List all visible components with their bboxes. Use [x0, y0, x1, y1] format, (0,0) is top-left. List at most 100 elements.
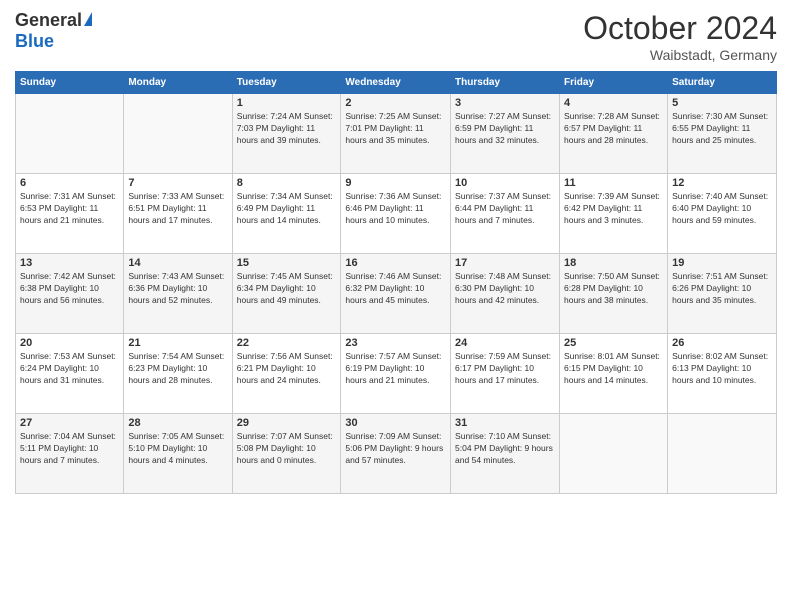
- day-info: Sunrise: 7:24 AM Sunset: 7:03 PM Dayligh…: [237, 111, 337, 147]
- header-monday: Monday: [124, 72, 232, 94]
- day-info: Sunrise: 7:37 AM Sunset: 6:44 PM Dayligh…: [455, 191, 555, 227]
- calendar-cell: [16, 94, 124, 174]
- day-number: 16: [345, 257, 446, 269]
- day-info: Sunrise: 7:04 AM Sunset: 5:11 PM Dayligh…: [20, 431, 119, 467]
- calendar-cell: 23 Sunrise: 7:57 AM Sunset: 6:19 PM Dayli…: [341, 334, 451, 414]
- day-number: 28: [128, 417, 227, 429]
- calendar-cell: 10 Sunrise: 7:37 AM Sunset: 6:44 PM Dayli…: [451, 174, 560, 254]
- calendar-week-row-4: 27 Sunrise: 7:04 AM Sunset: 5:11 PM Dayli…: [16, 414, 777, 494]
- logo-triangle-icon: [84, 12, 92, 26]
- day-number: 25: [564, 337, 663, 349]
- header-tuesday: Tuesday: [232, 72, 341, 94]
- calendar-cell: 14Sunrise: 7:43 AM Sunset: 6:36 PM Dayli…: [124, 254, 232, 334]
- logo-general-text: General: [15, 10, 82, 31]
- day-number: 24: [455, 337, 555, 349]
- logo-blue-text: Blue: [15, 31, 54, 52]
- calendar-cell: 24Sunrise: 7:59 AM Sunset: 6:17 PM Dayli…: [451, 334, 560, 414]
- day-number: 23: [345, 337, 446, 349]
- logo: General Blue: [15, 10, 92, 52]
- day-number: 30: [345, 417, 446, 429]
- day-number: 19: [672, 257, 772, 269]
- day-number: 12: [672, 177, 772, 189]
- calendar-cell: 19 Sunrise: 7:51 AM Sunset: 6:26 PM Dayli…: [668, 254, 777, 334]
- location-subtitle: Waibstadt, Germany: [583, 47, 777, 63]
- day-info: Sunrise: 7:42 AM Sunset: 6:38 PM Dayligh…: [20, 271, 119, 307]
- calendar-cell: 26 Sunrise: 8:02 AM Sunset: 6:13 PM Dayli…: [668, 334, 777, 414]
- day-info: Sunrise: 7:54 AM Sunset: 6:23 PM Dayligh…: [128, 351, 227, 387]
- day-number: 14: [128, 257, 227, 269]
- header-thursday: Thursday: [451, 72, 560, 94]
- day-info: Sunrise: 7:45 AM Sunset: 6:34 PM Dayligh…: [237, 271, 337, 307]
- calendar-week-row-2: 13 Sunrise: 7:42 AM Sunset: 6:38 PM Dayli…: [16, 254, 777, 334]
- calendar-cell: [124, 94, 232, 174]
- weekday-header-row: Sunday Monday Tuesday Wednesday Thursday…: [16, 72, 777, 94]
- calendar-cell: 15 Sunrise: 7:45 AM Sunset: 6:34 PM Dayli…: [232, 254, 341, 334]
- calendar-cell: [560, 414, 668, 494]
- day-info: Sunrise: 7:48 AM Sunset: 6:30 PM Dayligh…: [455, 271, 555, 307]
- day-number: 6: [20, 177, 119, 189]
- calendar-cell: 7 Sunrise: 7:33 AM Sunset: 6:51 PM Daylig…: [124, 174, 232, 254]
- day-info: Sunrise: 7:25 AM Sunset: 7:01 PM Dayligh…: [345, 111, 446, 147]
- day-number: 26: [672, 337, 772, 349]
- calendar-cell: [668, 414, 777, 494]
- day-info: Sunrise: 7:36 AM Sunset: 6:46 PM Dayligh…: [345, 191, 446, 227]
- day-info: Sunrise: 7:07 AM Sunset: 5:08 PM Dayligh…: [237, 431, 337, 467]
- day-number: 17: [455, 257, 555, 269]
- day-number: 22: [237, 337, 337, 349]
- day-info: Sunrise: 7:31 AM Sunset: 6:53 PM Dayligh…: [20, 191, 119, 227]
- calendar-week-row-0: 1 Sunrise: 7:24 AM Sunset: 7:03 PM Daylig…: [16, 94, 777, 174]
- day-number: 8: [237, 177, 337, 189]
- day-number: 4: [564, 97, 663, 109]
- header-friday: Friday: [560, 72, 668, 94]
- calendar-page: General Blue October 2024 Waibstadt, Ger…: [0, 0, 792, 612]
- calendar-cell: 25Sunrise: 8:01 AM Sunset: 6:15 PM Dayli…: [560, 334, 668, 414]
- calendar-cell: 30Sunrise: 7:09 AM Sunset: 5:06 PM Dayli…: [341, 414, 451, 494]
- header-wednesday: Wednesday: [341, 72, 451, 94]
- day-number: 20: [20, 337, 119, 349]
- calendar-cell: 2Sunrise: 7:25 AM Sunset: 7:01 PM Daylig…: [341, 94, 451, 174]
- calendar-cell: 17 Sunrise: 7:48 AM Sunset: 6:30 PM Dayli…: [451, 254, 560, 334]
- day-number: 9: [345, 177, 446, 189]
- day-number: 3: [455, 97, 555, 109]
- calendar-cell: 28Sunrise: 7:05 AM Sunset: 5:10 PM Dayli…: [124, 414, 232, 494]
- calendar-cell: 4Sunrise: 7:28 AM Sunset: 6:57 PM Daylig…: [560, 94, 668, 174]
- day-info: Sunrise: 7:34 AM Sunset: 6:49 PM Dayligh…: [237, 191, 337, 227]
- calendar-cell: 8 Sunrise: 7:34 AM Sunset: 6:49 PM Daylig…: [232, 174, 341, 254]
- day-number: 31: [455, 417, 555, 429]
- calendar-cell: 27 Sunrise: 7:04 AM Sunset: 5:11 PM Dayli…: [16, 414, 124, 494]
- day-info: Sunrise: 7:30 AM Sunset: 6:55 PM Dayligh…: [672, 111, 772, 147]
- day-info: Sunrise: 7:46 AM Sunset: 6:32 PM Dayligh…: [345, 271, 446, 307]
- calendar-cell: 3 Sunrise: 7:27 AM Sunset: 6:59 PM Daylig…: [451, 94, 560, 174]
- calendar-week-row-1: 6 Sunrise: 7:31 AM Sunset: 6:53 PM Daylig…: [16, 174, 777, 254]
- calendar-cell: 12 Sunrise: 7:40 AM Sunset: 6:40 PM Dayli…: [668, 174, 777, 254]
- day-info: Sunrise: 8:02 AM Sunset: 6:13 PM Dayligh…: [672, 351, 772, 387]
- header: General Blue October 2024 Waibstadt, Ger…: [15, 10, 777, 63]
- calendar-cell: 16 Sunrise: 7:46 AM Sunset: 6:32 PM Dayli…: [341, 254, 451, 334]
- day-info: Sunrise: 7:40 AM Sunset: 6:40 PM Dayligh…: [672, 191, 772, 227]
- calendar-cell: 21Sunrise: 7:54 AM Sunset: 6:23 PM Dayli…: [124, 334, 232, 414]
- day-number: 1: [237, 97, 337, 109]
- calendar-cell: 1 Sunrise: 7:24 AM Sunset: 7:03 PM Daylig…: [232, 94, 341, 174]
- day-info: Sunrise: 7:10 AM Sunset: 5:04 PM Dayligh…: [455, 431, 555, 467]
- day-info: Sunrise: 7:57 AM Sunset: 6:19 PM Dayligh…: [345, 351, 446, 387]
- calendar-cell: 31 Sunrise: 7:10 AM Sunset: 5:04 PM Dayli…: [451, 414, 560, 494]
- day-info: Sunrise: 7:33 AM Sunset: 6:51 PM Dayligh…: [128, 191, 227, 227]
- day-number: 5: [672, 97, 772, 109]
- day-number: 27: [20, 417, 119, 429]
- day-number: 7: [128, 177, 227, 189]
- day-number: 11: [564, 177, 663, 189]
- month-title: October 2024: [583, 10, 777, 47]
- day-number: 10: [455, 177, 555, 189]
- calendar-cell: 29Sunrise: 7:07 AM Sunset: 5:08 PM Dayli…: [232, 414, 341, 494]
- day-number: 13: [20, 257, 119, 269]
- day-info: Sunrise: 7:50 AM Sunset: 6:28 PM Dayligh…: [564, 271, 663, 307]
- day-info: Sunrise: 7:27 AM Sunset: 6:59 PM Dayligh…: [455, 111, 555, 147]
- day-info: Sunrise: 7:51 AM Sunset: 6:26 PM Dayligh…: [672, 271, 772, 307]
- calendar-cell: 13 Sunrise: 7:42 AM Sunset: 6:38 PM Dayli…: [16, 254, 124, 334]
- calendar-table: Sunday Monday Tuesday Wednesday Thursday…: [15, 71, 777, 494]
- calendar-cell: 18 Sunrise: 7:50 AM Sunset: 6:28 PM Dayli…: [560, 254, 668, 334]
- title-block: October 2024 Waibstadt, Germany: [583, 10, 777, 63]
- calendar-cell: 6 Sunrise: 7:31 AM Sunset: 6:53 PM Daylig…: [16, 174, 124, 254]
- day-number: 15: [237, 257, 337, 269]
- day-number: 18: [564, 257, 663, 269]
